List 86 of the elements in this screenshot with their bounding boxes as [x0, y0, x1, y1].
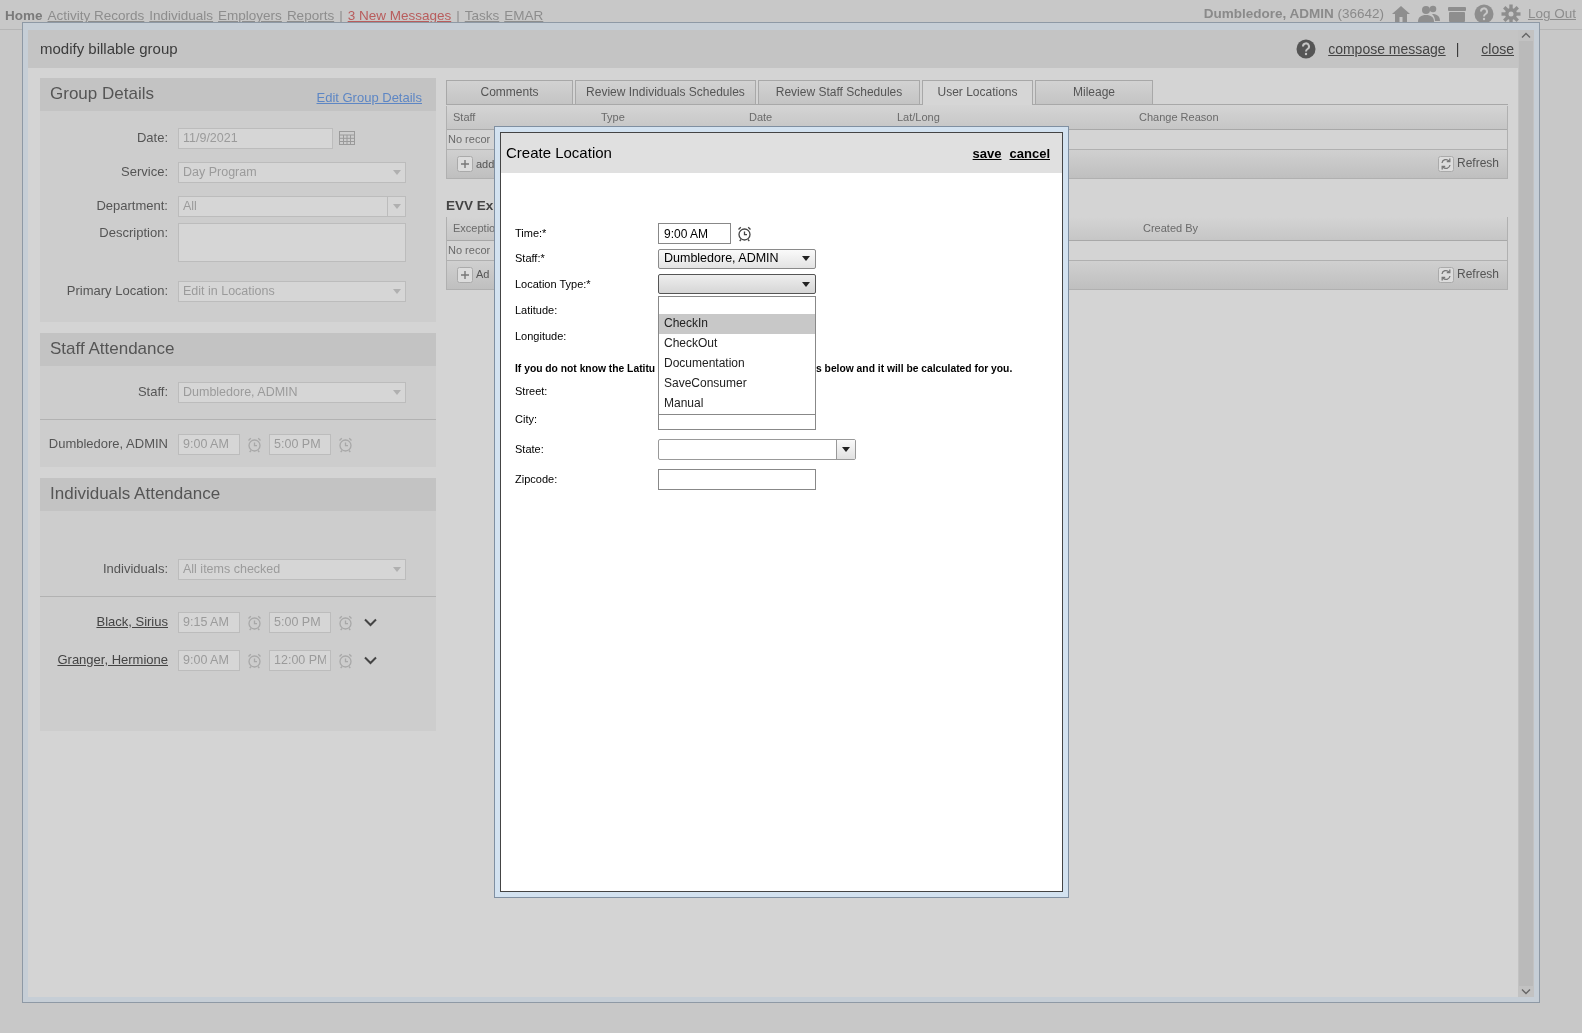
- caret-icon: [393, 169, 401, 175]
- cancel-link[interactable]: cancel: [1009, 146, 1050, 162]
- box-icon[interactable]: [1446, 5, 1467, 23]
- column-header: Change Reason: [1139, 111, 1219, 124]
- help-icon[interactable]: [1296, 39, 1317, 59]
- caret-icon: [393, 566, 401, 572]
- field-label: Description:: [98, 224, 169, 242]
- caret-icon: [842, 446, 850, 452]
- separator: |: [1455, 39, 1460, 59]
- field-label: Primary Location:: [65, 282, 169, 300]
- chevron-down-icon[interactable]: [364, 655, 377, 665]
- field-label: Street:: [515, 383, 549, 399]
- section-title: EVV Ex: [446, 197, 495, 215]
- nav-link[interactable]: Home: [5, 7, 43, 25]
- instruction-text: s below and it will be calculated for you.: [816, 362, 1013, 376]
- person-link[interactable]: Granger, Hermione: [40, 651, 178, 669]
- calendar-icon[interactable]: [339, 131, 355, 145]
- panel-title: Staff Attendance: [50, 338, 175, 361]
- column-header: Lat/Long: [897, 111, 940, 124]
- compose-message-link[interactable]: compose message: [1328, 39, 1446, 59]
- tab[interactable]: Review Individuals Schedules: [575, 80, 756, 104]
- empty-message: No recor: [448, 242, 491, 258]
- field-label: Date:: [135, 129, 169, 147]
- panel-title: Individuals Attendance: [50, 483, 221, 506]
- field-label: Dumbledore, ADMIN: [47, 435, 169, 453]
- tab[interactable]: Mileage: [1035, 80, 1153, 104]
- column-header: Exceptio: [453, 221, 496, 234]
- caret-icon: [802, 281, 810, 287]
- refresh-button[interactable]: Refresh: [1437, 156, 1499, 172]
- refresh-button[interactable]: Refresh: [1437, 266, 1499, 283]
- clock-icon[interactable]: [736, 225, 753, 242]
- dropdown-field[interactable]: Dumbledore, ADMIN: [658, 248, 816, 269]
- caret-icon: [393, 389, 401, 395]
- modal-title: Create Location: [506, 143, 612, 163]
- text-field[interactable]: [658, 468, 816, 490]
- empty-message: No recor: [448, 132, 491, 147]
- dropdown-option[interactable]: CheckIn: [659, 314, 815, 334]
- dialog-title: modify billable group: [40, 39, 178, 59]
- field-label: State:: [515, 441, 545, 457]
- settings-icon[interactable]: [1500, 4, 1521, 24]
- messages-link[interactable]: 3 New Messages: [347, 7, 452, 25]
- caret-icon: [393, 203, 401, 209]
- tab[interactable]: Review Staff Schedules: [758, 80, 920, 104]
- column-header: Staff: [453, 111, 476, 124]
- column-header: Created By: [1143, 221, 1199, 234]
- field-label: Location Type:*: [515, 276, 592, 292]
- person-link[interactable]: Black, Sirius: [40, 613, 178, 631]
- scroll-up-icon[interactable]: [1521, 32, 1531, 38]
- dropdown-option[interactable]: SaveConsumer: [659, 374, 815, 394]
- help-icon[interactable]: [1473, 4, 1494, 24]
- refresh-icon: [1437, 266, 1454, 283]
- people-icon[interactable]: [1417, 5, 1440, 23]
- tab[interactable]: Comments: [446, 80, 573, 104]
- field-label: City:: [515, 411, 538, 427]
- field-label: Longitude:: [515, 328, 568, 344]
- scroll-down-icon[interactable]: [1521, 989, 1531, 995]
- caret-icon: [393, 288, 401, 294]
- plus-icon: [457, 266, 473, 283]
- close-link[interactable]: close: [1481, 39, 1514, 59]
- home-icon[interactable]: [1390, 5, 1411, 23]
- time-field[interactable]: 9:00 AM: [658, 223, 731, 244]
- field-label: Department:: [95, 197, 169, 215]
- field-label: Time:*: [515, 226, 548, 241]
- description-field[interactable]: [178, 223, 406, 262]
- dropdown-option[interactable]: Documentation: [659, 354, 815, 374]
- field-label: Staff:: [136, 383, 169, 401]
- tab[interactable]: User Locations: [922, 80, 1033, 105]
- dropdown-option[interactable]: CheckOut: [659, 334, 815, 354]
- instruction-text: If you do not know the Latitu: [515, 362, 657, 376]
- add-button[interactable]: Ad: [457, 266, 490, 283]
- field-label: Latitude:: [515, 302, 559, 318]
- field-label: Individuals:: [101, 560, 169, 578]
- chevron-down-icon[interactable]: [364, 617, 377, 627]
- state-select[interactable]: [658, 438, 856, 460]
- field-label: Zipcode:: [515, 471, 559, 487]
- refresh-icon: [1437, 156, 1454, 172]
- column-header: Date: [749, 111, 773, 124]
- plus-icon: [457, 156, 473, 172]
- dropdown-option[interactable]: Manual: [659, 394, 815, 414]
- user-name: Dumbledore, ADMIN (36642): [1203, 5, 1384, 23]
- field-label: Service:: [120, 163, 169, 181]
- column-header: Type: [601, 111, 625, 124]
- save-link[interactable]: save: [972, 146, 1002, 162]
- panel-title: Group Details: [50, 83, 154, 106]
- field-label: Staff:*: [515, 251, 546, 266]
- add-button[interactable]: add: [457, 156, 495, 172]
